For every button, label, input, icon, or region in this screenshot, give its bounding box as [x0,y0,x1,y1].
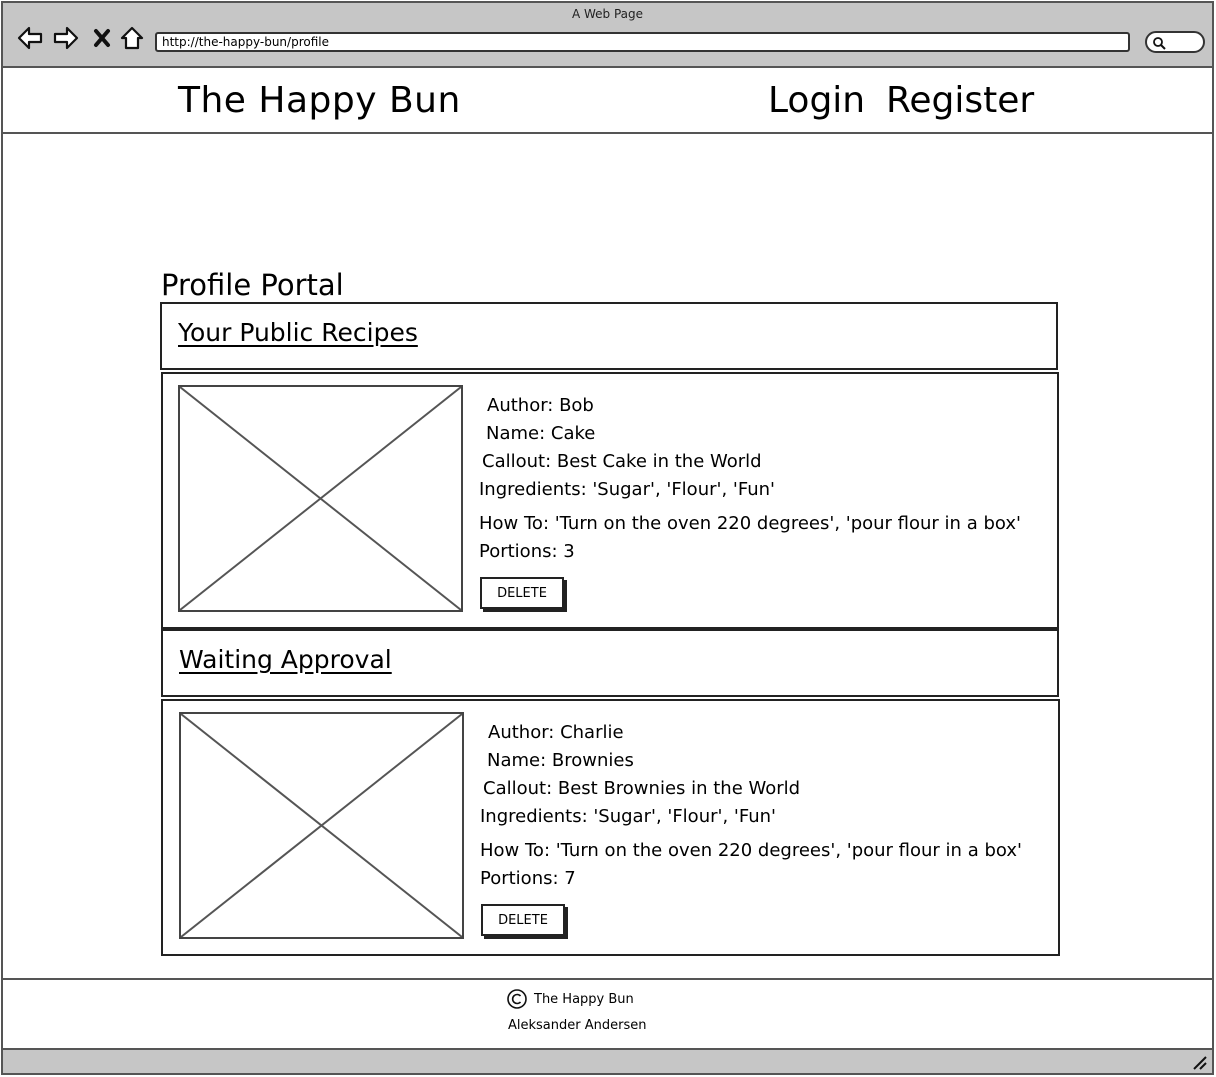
footer-copyright: The Happy Bun [506,988,634,1010]
recipe-image-placeholder [178,385,463,612]
delete-button[interactable]: DELETE [481,904,565,936]
recipe-portions: Portions: 7 [480,868,576,889]
login-link[interactable]: Login [768,80,865,121]
recipe-callout: Callout: Best Brownies in the World [483,778,801,799]
search-icon [1153,37,1166,50]
recipe-callout: Callout: Best Cake in the World [482,451,762,472]
public-recipes-header: Your Public Recipes [160,302,1058,370]
footer-author: Aleksander Andersen [508,1018,647,1033]
browser-window: A Web Page http://the-happy-bun/profile … [1,1,1214,1075]
footer-brand: The Happy Bun [534,991,634,1007]
home-icon[interactable] [117,25,147,51]
back-arrow-icon[interactable] [15,25,45,51]
forward-arrow-icon[interactable] [51,25,81,51]
recipe-card-waiting: Author: Charlie Name: Brownies Callout: … [161,699,1060,956]
recipe-name: Name: Cake [486,423,596,444]
close-x-icon[interactable] [87,25,117,51]
recipe-portions: Portions: 3 [479,541,575,562]
register-link[interactable]: Register [886,80,1034,121]
copyright-icon [507,989,527,1009]
window-title: A Web Page [571,7,644,21]
browser-chrome: A Web Page http://the-happy-bun/profile [3,3,1212,68]
delete-button[interactable]: DELETE [480,577,564,609]
brand-title[interactable]: The Happy Bun [178,80,461,121]
search-field[interactable] [1145,31,1205,53]
recipe-author: Author: Bob [487,395,594,416]
recipe-ingredients: Ingredients: 'Sugar', 'Flour', 'Fun' [479,479,775,500]
waiting-approval-title[interactable]: Waiting Approval [179,645,392,674]
waiting-approval-header: Waiting Approval [161,629,1059,697]
recipe-image-placeholder [179,712,464,939]
page-title: Profile Portal [161,268,344,302]
recipe-card-public: Author: Bob Name: Cake Callout: Best Cak… [161,372,1059,629]
recipe-author: Author: Charlie [488,722,624,743]
recipe-howto: How To: 'Turn on the oven 220 degrees', … [479,513,1021,534]
site-footer: The Happy Bun Aleksander Andersen [3,978,1212,1050]
site-header: The Happy Bun Login Register [3,68,1212,134]
recipe-ingredients: Ingredients: 'Sugar', 'Flour', 'Fun' [480,806,776,827]
recipe-name: Name: Brownies [487,750,634,771]
public-recipes-title[interactable]: Your Public Recipes [178,318,418,347]
browser-status-bar [3,1048,1212,1073]
resize-grip-icon[interactable] [1190,1053,1208,1071]
recipe-howto: How To: 'Turn on the oven 220 degrees', … [480,840,1022,861]
url-bar[interactable]: http://the-happy-bun/profile [155,32,1130,52]
